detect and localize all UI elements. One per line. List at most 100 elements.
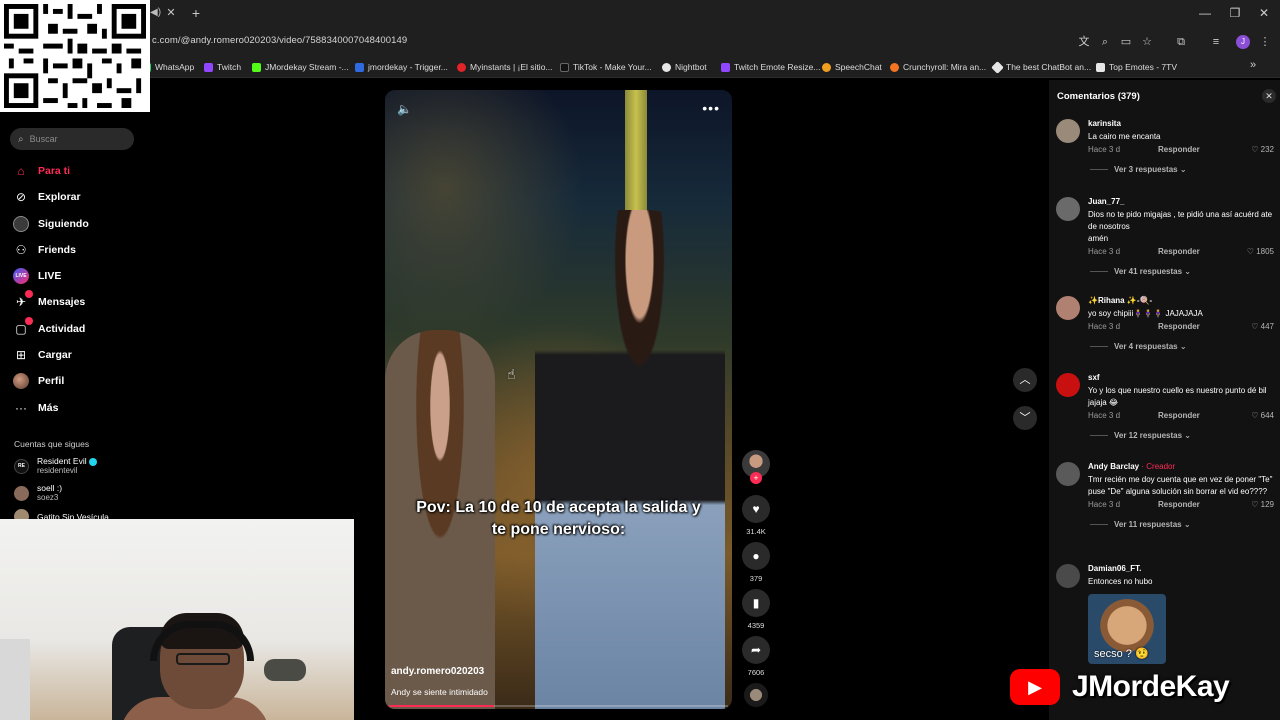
share-action[interactable]: ➦ 7606 xyxy=(742,636,770,677)
bookmark-item[interactable]: Twitch Emote Resize... xyxy=(721,61,820,73)
bookmark-item[interactable]: jmordekay - Trigger... xyxy=(355,61,448,73)
follow-plus-icon[interactable]: + xyxy=(750,472,762,484)
bookmark-item[interactable]: Twitch xyxy=(204,61,241,73)
close-tab-icon[interactable]: ✕ xyxy=(164,6,178,20)
nav-para-ti[interactable]: ⌂ Para ti xyxy=(12,162,70,180)
following-icon xyxy=(12,215,30,233)
menu-kebab-icon[interactable]: ⋮ xyxy=(1258,35,1272,49)
nav-siguiendo[interactable]: Siguiendo xyxy=(12,215,89,233)
comment-like-button[interactable]: ♡ 644 xyxy=(1251,411,1274,421)
live-icon: LIVE xyxy=(12,267,30,285)
comment-like-button[interactable]: ♡ 232 xyxy=(1251,145,1274,155)
view-replies-button[interactable]: Ver 41 respuestas ⌄ xyxy=(1090,267,1278,276)
address-bar[interactable]: c.com/@andy.romero020203/video/758834000… xyxy=(0,28,1280,56)
comment-icon[interactable]: ● xyxy=(742,542,770,570)
translate-icon[interactable]: 文 xyxy=(1077,35,1091,49)
channel-brand-overlay: ▶ JMordeKay xyxy=(1010,662,1280,712)
video-progress-fill xyxy=(389,705,495,707)
search-icon: ⌕ xyxy=(18,133,24,145)
view-replies-button[interactable]: Ver 11 respuestas ⌄ xyxy=(1090,520,1278,529)
reply-button[interactable]: Responder xyxy=(1158,411,1200,421)
music-disc-icon[interactable] xyxy=(744,683,768,707)
bookmark-item[interactable]: Myinstants | ¡El sitio... xyxy=(457,61,553,73)
bookmark-item[interactable]: Nightbot xyxy=(662,61,707,73)
view-replies-button[interactable]: Ver 12 respuestas ⌄ xyxy=(1090,431,1278,440)
restore-icon[interactable]: ❐ xyxy=(1228,6,1242,20)
comment-avatar[interactable] xyxy=(1056,197,1080,221)
video-player[interactable]: 🔈 ••• Pov: La 10 de 10 de acepta la sali… xyxy=(385,90,732,709)
reply-button[interactable]: Responder xyxy=(1158,145,1200,155)
audio-icon: ◀) xyxy=(150,7,162,18)
more-icon: ··· xyxy=(15,401,27,415)
nav-explorar[interactable]: ⊘ Explorar xyxy=(12,188,81,206)
like-action[interactable]: ♥ 31.4K xyxy=(742,495,770,536)
comment-like-button[interactable]: ♡ 129 xyxy=(1251,500,1274,510)
search-input[interactable] xyxy=(29,134,120,144)
video-more-icon[interactable]: ••• xyxy=(702,100,720,116)
nav-mensajes[interactable]: ✈ Mensajes xyxy=(12,290,85,311)
qr-code xyxy=(0,0,150,112)
nav-friends[interactable]: ⚇ Friends xyxy=(12,241,76,259)
friends-icon: ⚇ xyxy=(15,243,27,257)
comment-avatar[interactable] xyxy=(1056,564,1080,588)
comment-avatar[interactable] xyxy=(1056,373,1080,397)
nav-perfil[interactable]: Perfil xyxy=(12,372,64,390)
bookmark-item[interactable]: Crunchyroll: Mira an... xyxy=(890,61,986,73)
upload-icon: ⊞ xyxy=(15,348,27,362)
bookmark-item[interactable]: SpeechChat xyxy=(822,61,882,73)
comments-title: Comentarios (379) xyxy=(1057,91,1140,102)
profile-avatar[interactable]: J xyxy=(1236,35,1250,49)
7tv-icon xyxy=(1096,62,1105,72)
twitch-icon xyxy=(204,62,213,72)
view-replies-button[interactable]: Ver 4 respuestas ⌄ xyxy=(1090,342,1278,351)
url-text[interactable]: c.com/@andy.romero020203/video/758834000… xyxy=(152,35,407,46)
bookmark-icon[interactable]: ▮ xyxy=(742,589,770,617)
new-tab-button[interactable]: + xyxy=(188,5,204,21)
close-window-icon[interactable]: ✕ xyxy=(1257,6,1271,20)
next-video-button[interactable]: ﹀ xyxy=(1013,406,1037,430)
nav-mas[interactable]: ··· Más xyxy=(12,399,58,417)
bookmark-item[interactable]: JMordekay Stream -... xyxy=(252,61,349,73)
extensions-icon[interactable]: ⧉ xyxy=(1174,35,1188,49)
nav-live[interactable]: LIVE LIVE xyxy=(12,267,61,285)
followed-account[interactable]: RE Resident Evil residentevil xyxy=(14,456,97,476)
bookmark-item[interactable]: Top Emotes - 7TV xyxy=(1096,61,1177,73)
zoom-icon[interactable]: ⌕ xyxy=(1098,35,1112,49)
bookmark-star-icon[interactable]: ☆ xyxy=(1140,35,1154,49)
twitch-icon xyxy=(721,62,730,72)
save-action[interactable]: ▮ 4359 xyxy=(742,589,770,630)
volume-icon[interactable]: 🔈 xyxy=(397,102,412,116)
reply-button[interactable]: Responder xyxy=(1158,247,1200,257)
bookmark-item[interactable]: The best ChatBot an... xyxy=(991,60,1091,74)
video-author[interactable]: andy.romero020203 xyxy=(391,666,484,677)
comment-like-button[interactable]: ♡ 447 xyxy=(1251,322,1274,332)
verified-icon xyxy=(88,457,97,466)
reply-button[interactable]: Responder xyxy=(1158,500,1200,510)
youtube-icon: ▶ xyxy=(1010,669,1060,705)
webcam-overlay xyxy=(0,519,354,720)
comment-avatar[interactable] xyxy=(1056,462,1080,486)
browser-tab-bar: ◀) ✕ + — ❐ ✕ xyxy=(0,0,1280,28)
comment-action[interactable]: ● 379 xyxy=(742,542,770,583)
close-comments-icon[interactable]: ✕ xyxy=(1262,89,1276,103)
minimize-icon[interactable]: — xyxy=(1198,6,1212,20)
webcam-shelf xyxy=(0,639,30,720)
video-progress-bar[interactable] xyxy=(389,705,728,707)
tiktok-icon xyxy=(560,62,569,72)
reply-button[interactable]: Responder xyxy=(1158,322,1200,332)
heart-icon[interactable]: ♥ xyxy=(742,495,770,523)
bookmark-item[interactable]: TikTok - Make Your... xyxy=(560,61,652,73)
bookmarks-overflow-icon[interactable]: » xyxy=(1250,59,1256,71)
cast-icon[interactable]: ▭ xyxy=(1119,35,1133,49)
previous-video-button[interactable]: ︿ xyxy=(1013,368,1037,392)
view-replies-button[interactable]: Ver 3 respuestas ⌄ xyxy=(1090,165,1278,174)
media-control-icon[interactable]: ≡ xyxy=(1209,35,1223,49)
comment-avatar[interactable] xyxy=(1056,296,1080,320)
nav-actividad[interactable]: ▢ Actividad xyxy=(12,317,85,338)
comment-like-button[interactable]: ♡ 1805 xyxy=(1247,247,1274,257)
share-icon[interactable]: ➦ xyxy=(742,636,770,664)
nav-cargar[interactable]: ⊞ Cargar xyxy=(12,346,72,364)
followed-account[interactable]: soell :) soez3 xyxy=(14,483,62,503)
comment-avatar[interactable] xyxy=(1056,119,1080,143)
search-bar[interactable]: ⌕ xyxy=(10,128,134,150)
